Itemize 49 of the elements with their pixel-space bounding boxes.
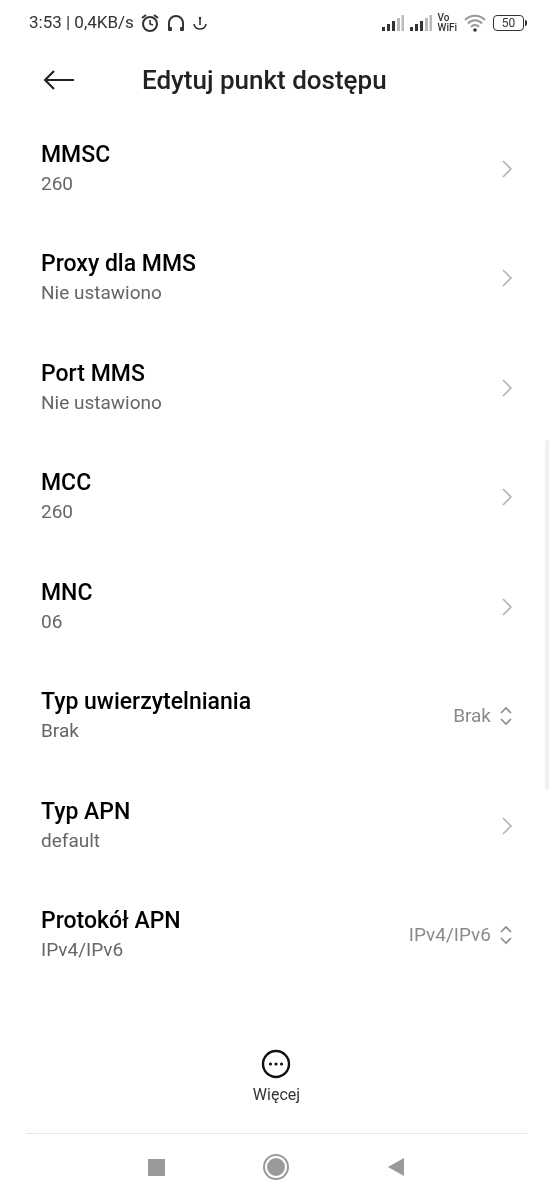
settings-item[interactable]: Typ APN default bbox=[0, 771, 553, 881]
page-title: Edytuj punkt dostępu bbox=[142, 63, 387, 97]
download-icon bbox=[191, 15, 208, 31]
chevron-right-icon bbox=[501, 158, 513, 179]
item-title: MNC bbox=[41, 577, 93, 608]
chevron-right-icon bbox=[501, 815, 513, 836]
item-title: Port MMS bbox=[41, 358, 146, 389]
item-value: Brak bbox=[41, 718, 80, 745]
up-down-arrows-icon bbox=[499, 705, 513, 728]
item-title: Typ APN bbox=[41, 796, 131, 827]
settings-item[interactable]: Typ uwierzytelniania Brak Brak bbox=[0, 661, 553, 771]
vowifi-label: Vo WiFi bbox=[437, 13, 457, 33]
settings-item[interactable]: MCC 260 bbox=[0, 442, 553, 552]
settings-item[interactable]: Proxy dla MMS Nie ustawiono bbox=[0, 223, 553, 333]
item-title: Proxy dla MMS bbox=[41, 249, 196, 280]
wifi-icon bbox=[463, 14, 487, 32]
item-value: Nie ustawiono bbox=[41, 280, 163, 307]
alarm-clock-icon bbox=[139, 13, 160, 33]
back-nav-button[interactable] bbox=[387, 1157, 405, 1177]
settings-item[interactable]: MNC 06 bbox=[0, 552, 553, 662]
settings-item[interactable]: Protokół APN IPv4/IPv6 IPv4/IPv6 bbox=[0, 880, 553, 990]
more-dots-icon bbox=[261, 1049, 292, 1079]
home-button[interactable] bbox=[263, 1154, 289, 1180]
more-button[interactable]: Więcej bbox=[252, 1049, 301, 1107]
item-value: Nie ustawiono bbox=[41, 389, 162, 416]
signal-icon bbox=[381, 15, 404, 31]
selected-value: Brak bbox=[453, 703, 491, 729]
status-time-speed: 3:53 | 0,4KB/s bbox=[29, 11, 134, 35]
up-down-arrows-icon bbox=[499, 924, 513, 947]
item-value: 260 bbox=[41, 170, 75, 197]
chevron-right-icon bbox=[501, 268, 513, 289]
item-value: 260 bbox=[41, 499, 75, 526]
headphones-icon bbox=[165, 13, 186, 33]
item-title: MCC bbox=[41, 468, 92, 499]
battery-indicator: 50 bbox=[493, 15, 527, 31]
chevron-right-icon bbox=[501, 487, 513, 508]
item-value: 06 bbox=[41, 608, 64, 635]
item-value: default bbox=[41, 827, 102, 854]
settings-item[interactable]: Port MMS Nie ustawiono bbox=[0, 333, 553, 443]
item-value: IPv4/IPv6 bbox=[41, 937, 125, 964]
chevron-right-icon bbox=[501, 377, 513, 398]
signal-icon bbox=[409, 15, 432, 31]
settings-item[interactable]: MMSC 260 bbox=[0, 114, 553, 224]
chevron-right-icon bbox=[501, 596, 513, 617]
item-title: Typ uwierzytelniania bbox=[41, 687, 252, 718]
item-title: Protokół APN bbox=[41, 906, 181, 937]
recents-button[interactable] bbox=[148, 1158, 165, 1176]
selected-value: IPv4/IPv6 bbox=[408, 922, 491, 948]
item-title: MMSC bbox=[41, 139, 111, 170]
